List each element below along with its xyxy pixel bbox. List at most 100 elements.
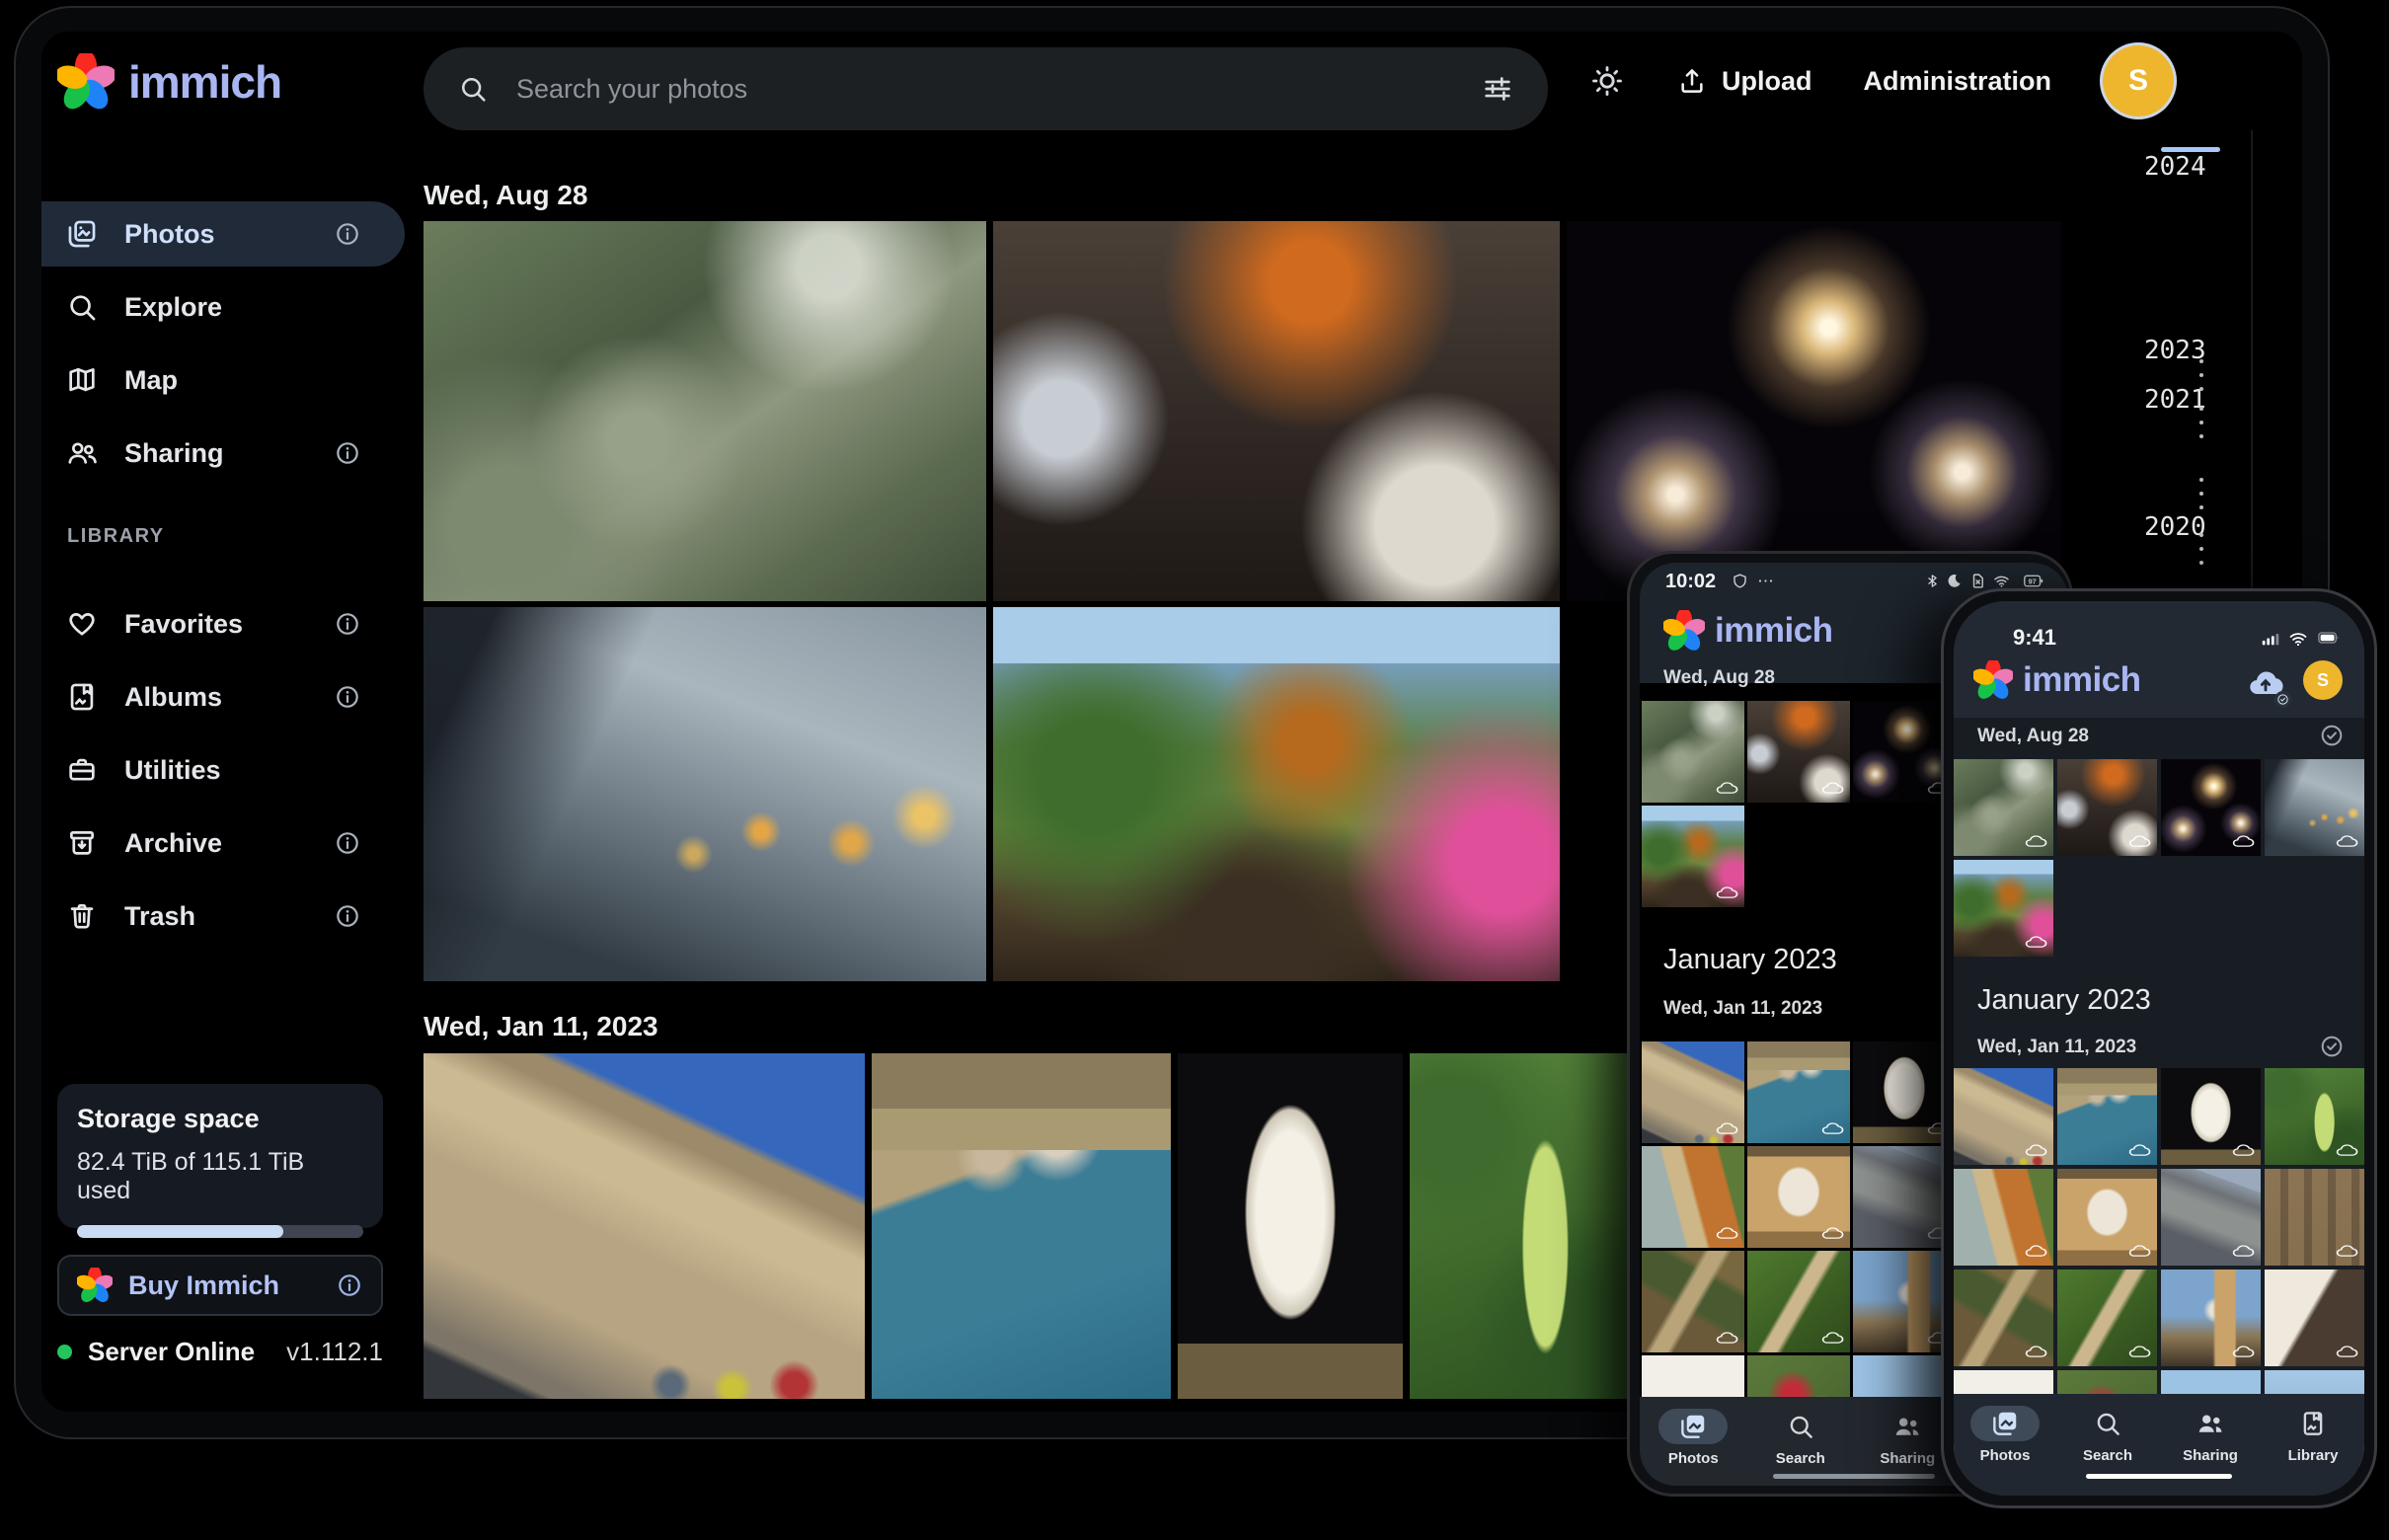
nav-item-label: Sharing: [1880, 1450, 1935, 1467]
home-indicator[interactable]: [2086, 1474, 2232, 1479]
photo-winter-house[interactable]: [2265, 1270, 2364, 1366]
search-input[interactable]: [514, 73, 1455, 106]
photo-coastal-town[interactable]: [1747, 1041, 1850, 1143]
sidebar-item-trash[interactable]: Trash: [41, 884, 405, 949]
people-icon: [65, 436, 99, 470]
search-bar[interactable]: [424, 47, 1548, 130]
web-topbar: immich Upload Administration S: [41, 32, 2302, 130]
cloud-icon: [2024, 934, 2047, 952]
photo-castle-ruins[interactable]: [2161, 1169, 2261, 1266]
photo-stone-bridge[interactable]: [2265, 1169, 2364, 1266]
photo-autumn-park-path[interactable]: [993, 607, 1560, 981]
sidebar-item-sharing[interactable]: Sharing: [41, 421, 405, 486]
storage-progress: [77, 1225, 363, 1238]
immich-wordmark: immich: [2023, 660, 2141, 700]
sun-icon[interactable]: [1589, 63, 1625, 99]
administration-link[interactable]: Administration: [1863, 66, 2051, 97]
photo-autumn-park-path[interactable]: [1642, 806, 1744, 907]
sidebar-item-favorites[interactable]: Favorites: [41, 591, 405, 656]
photo-beach-cliff[interactable]: [1954, 1169, 2053, 1266]
scrubber-year[interactable]: 2020: [2144, 512, 2206, 542]
scrubber-dot: [2199, 434, 2203, 438]
immich-flower-icon: [57, 53, 115, 111]
photos-icon: [1970, 1406, 2040, 1441]
photo-sea-grapes[interactable]: [1410, 1053, 1636, 1399]
scrubber-year[interactable]: 2023: [2144, 336, 2206, 365]
photo-monkeys-at-zoo[interactable]: [1954, 759, 2053, 856]
photo-fortress-walls[interactable]: [1954, 1068, 2053, 1165]
info-icon[interactable]: [336, 1271, 363, 1299]
photo-fortress-walls[interactable]: [1642, 1041, 1744, 1143]
nav-item-search[interactable]: Search: [2056, 1406, 2159, 1464]
photo-stone-sculpture[interactable]: [2057, 1169, 2157, 1266]
photo-stone-sculpture[interactable]: [1747, 1146, 1850, 1248]
sidebar-item-utilities[interactable]: Utilities: [41, 737, 405, 803]
avatar[interactable]: S: [2103, 45, 2174, 116]
people-icon: [2176, 1406, 2245, 1441]
photo-lizard-on-log[interactable]: [1954, 1270, 2053, 1366]
photo-lizard-on-log[interactable]: [1642, 1251, 1744, 1352]
cloud-icon: [2231, 1344, 2255, 1361]
avatar[interactable]: S: [2303, 660, 2343, 700]
sidebar-item-photos[interactable]: Photos: [41, 201, 405, 267]
info-icon[interactable]: [334, 902, 361, 930]
check-circle-icon[interactable]: [2319, 723, 2345, 748]
shield-icon: [1731, 572, 1749, 590]
photo-autumn-dinner-table[interactable]: [2057, 759, 2157, 856]
photo-autumn-dinner-table[interactable]: [1747, 701, 1850, 803]
photo-fireworks[interactable]: [1567, 221, 2061, 601]
photo-fireworks[interactable]: [2161, 759, 2261, 856]
immich-logo[interactable]: immich: [57, 53, 281, 111]
nav-item-label: Photos: [1668, 1450, 1719, 1467]
info-icon[interactable]: [334, 220, 361, 248]
cloud-upload-icon[interactable]: [2246, 664, 2285, 704]
moon-icon: [1945, 572, 1964, 590]
cloud-icon: [1715, 1225, 1738, 1243]
home-indicator[interactable]: [1773, 1474, 1935, 1479]
upload-button[interactable]: Upload: [1676, 65, 1812, 97]
photo-coastal-town[interactable]: [2057, 1068, 2157, 1165]
photo-holding-hands[interactable]: [424, 607, 986, 981]
photo-beach-cliff[interactable]: [1642, 1146, 1744, 1248]
sidebar-item-archive[interactable]: Archive: [41, 810, 405, 876]
photo-lizard-on-moss[interactable]: [1747, 1251, 1850, 1352]
photo-monkeys-at-zoo[interactable]: [1642, 701, 1744, 803]
date-header: Wed, Aug 28: [1663, 667, 1775, 689]
sidebar-item-albums[interactable]: Albums: [41, 664, 405, 730]
photo-monkeys-at-zoo[interactable]: [424, 221, 986, 601]
photo-snowy-church[interactable]: [2161, 1270, 2261, 1366]
buy-immich-button[interactable]: Buy Immich: [57, 1255, 383, 1316]
info-icon[interactable]: [334, 683, 361, 711]
info-icon[interactable]: [334, 610, 361, 638]
immich-wordmark: immich: [128, 55, 281, 109]
nav-item-library[interactable]: Library: [2262, 1406, 2364, 1464]
scrubber-year[interactable]: 2021: [2144, 385, 2206, 415]
info-icon[interactable]: [334, 829, 361, 857]
filter-icon[interactable]: [1481, 72, 1514, 106]
storage-card: Storage space 82.4 TiB of 115.1 TiB used: [57, 1084, 383, 1228]
sidebar-item-explore[interactable]: Explore: [41, 274, 405, 340]
nav-item-label: Library: [2288, 1447, 2339, 1464]
sidebar: PhotosExploreMapSharingLIBRARYFavoritesA…: [41, 130, 397, 1412]
immich-wordmark: immich: [1715, 611, 1833, 651]
nav-item-photos[interactable]: Photos: [1640, 1409, 1747, 1467]
photo-coastal-town[interactable]: [872, 1053, 1171, 1399]
nav-item-sharing[interactable]: Sharing: [2159, 1406, 2262, 1464]
photo-lizard-on-moss[interactable]: [2057, 1270, 2157, 1366]
photo-marble-bust[interactable]: [1178, 1053, 1403, 1399]
nav-item-photos[interactable]: Photos: [1954, 1406, 2056, 1464]
photo-marble-bust[interactable]: [2161, 1068, 2261, 1165]
photo-holding-hands[interactable]: [2265, 759, 2364, 856]
photo-sea-grapes[interactable]: [2265, 1068, 2364, 1165]
info-icon[interactable]: [334, 439, 361, 467]
search-icon: [457, 73, 489, 105]
photo-fortress-walls[interactable]: [424, 1053, 865, 1399]
photo-autumn-park-path[interactable]: [1954, 860, 2053, 957]
scrubber-dot: [2199, 387, 2203, 391]
scrubber-year[interactable]: 2024: [2144, 152, 2206, 182]
check-circle-icon[interactable]: [2319, 1034, 2345, 1059]
sidebar-item-map[interactable]: Map: [41, 347, 405, 413]
status-time: 9:41: [2013, 625, 2056, 651]
nav-item-search[interactable]: Search: [1747, 1409, 1855, 1467]
photo-autumn-dinner-table[interactable]: [993, 221, 1560, 601]
